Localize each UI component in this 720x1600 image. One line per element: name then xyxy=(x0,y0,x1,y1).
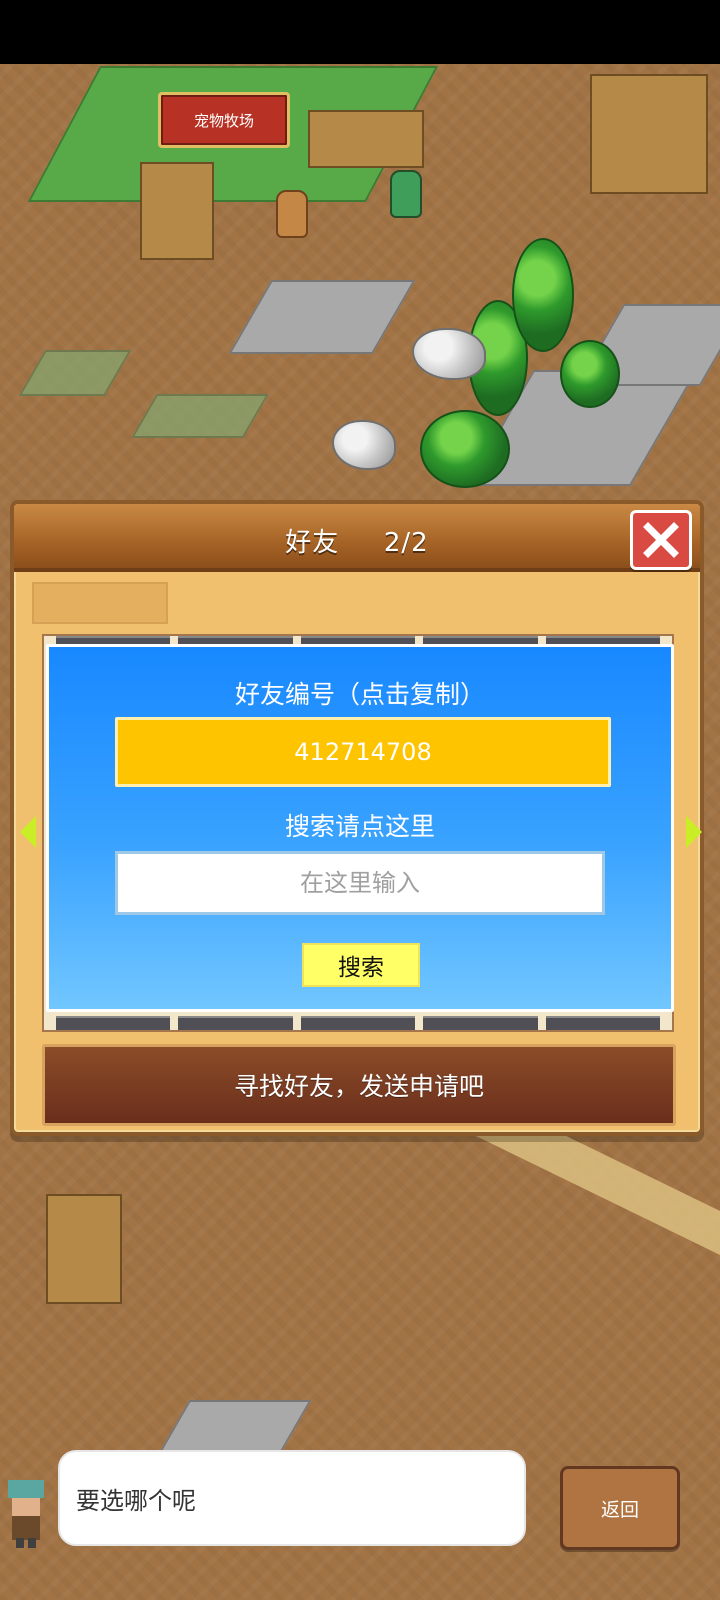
stone-plot xyxy=(228,280,416,354)
panel-header: 好友 2/2 xyxy=(14,504,700,572)
status-bar xyxy=(0,0,720,64)
ranch-fence xyxy=(308,110,424,168)
rock xyxy=(332,420,396,470)
rock xyxy=(412,328,486,380)
wooden-gate xyxy=(590,74,708,194)
tree xyxy=(420,410,510,488)
pet-ranch-sign[interactable]: 宠物牧场 xyxy=(158,92,290,148)
search-hint: 搜索请点这里 xyxy=(284,812,435,841)
crop-plot xyxy=(131,394,269,438)
farmer-sprite[interactable] xyxy=(276,190,308,238)
back-button[interactable]: 返回 xyxy=(560,1466,680,1550)
close-x-icon xyxy=(643,522,679,558)
tree xyxy=(512,238,574,352)
ranch-fence xyxy=(140,162,214,260)
close-button[interactable] xyxy=(630,510,692,570)
friend-id-value[interactable]: 412714708 xyxy=(115,717,611,787)
watchtower xyxy=(46,1194,122,1304)
avatar xyxy=(8,1480,44,1548)
friend-search-input[interactable] xyxy=(115,851,605,915)
friend-panel: 好友 2/2 好友编号（点击复制） 412714708 搜索请点这里 搜索 寻找… xyxy=(10,500,704,1136)
bottom-frame-strip xyxy=(44,1016,672,1030)
find-friends-button[interactable]: 寻找好友，发送申请吧 xyxy=(42,1044,676,1126)
friend-id-label: 好友编号（点击复制） xyxy=(234,680,485,709)
panel-title: 好友 2/2 xyxy=(14,522,700,559)
tree xyxy=(560,340,620,408)
dialog-bubble: 要选哪个呢 xyxy=(58,1450,526,1546)
friend-id-card: 好友编号（点击复制） 412714708 搜索请点这里 搜索 xyxy=(46,644,674,1012)
friends-title: 好友 xyxy=(285,528,340,558)
crop-plot xyxy=(18,350,132,396)
page-indicator: 2/2 xyxy=(383,528,429,558)
visitor-sprite[interactable] xyxy=(390,170,422,218)
left-arrow-icon[interactable] xyxy=(20,816,36,848)
right-arrow-icon[interactable] xyxy=(686,816,702,848)
search-button[interactable]: 搜索 xyxy=(302,943,420,987)
tab-strip[interactable] xyxy=(32,582,168,624)
